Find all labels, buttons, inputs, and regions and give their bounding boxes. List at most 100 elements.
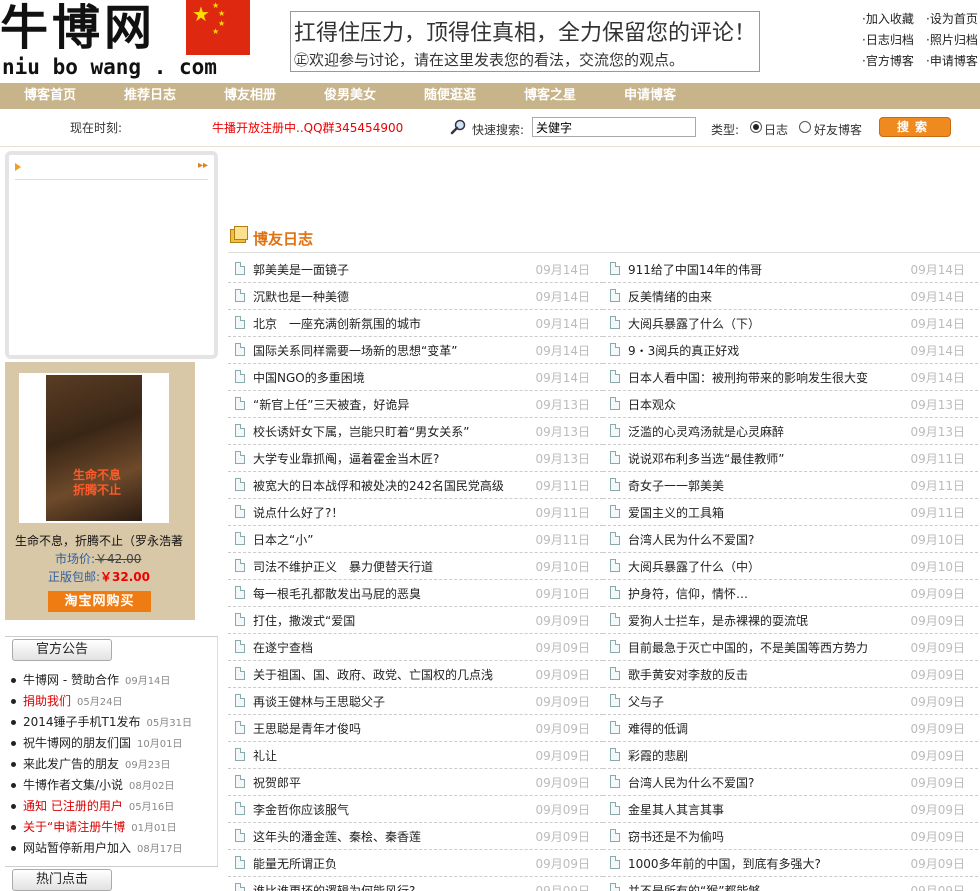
blog-post-link[interactable]: 金星其人其言其事 [628,801,724,818]
nav-apply-blog[interactable]: 申请博客 [624,83,676,109]
blog-post-link[interactable]: 说说邓布利多当选“最佳教师” [628,450,784,467]
double-arrow-icon[interactable]: ▸▸ [198,160,208,171]
blog-post-link[interactable]: 1000多年前的中国，到底有多强大? [628,855,821,872]
list-item: 台湾人民为什么不爱国? 09月09日 [603,769,978,796]
blog-post-link[interactable]: 爱狗人士拦车，是赤裸裸的耍流氓 [628,612,808,629]
blog-post-link[interactable]: 歌手黄安对李敖的反击 [628,666,748,683]
taobao-buy-button[interactable]: 淘宝网购买 [48,591,151,612]
blog-post-link[interactable]: 父与子 [628,693,664,710]
blog-post-link[interactable]: 泛滥的心灵鸡汤就是心灵麻醉 [628,423,784,440]
notice-link[interactable]: 通知 已注册的用户 [23,799,123,813]
nav-friend-albums[interactable]: 博友相册 [224,83,276,109]
blog-post-link[interactable]: 祝贺郎平 [253,774,301,791]
notice-link[interactable]: 2014锤子手机T1发布 [23,715,141,729]
post-date: 09月14日 [910,317,965,331]
book-title[interactable]: 生命不息，折腾不止（罗永浩著 [15,532,195,549]
document-icon [235,397,245,410]
apply-blog-link[interactable]: ·申请博客 [926,52,978,69]
nav-blog-stars[interactable]: 博客之星 [524,83,576,109]
blog-post-link[interactable]: 爱国主义的工具箱 [628,504,724,521]
list-item: 歌手黄安对李敖的反击 09月09日 [603,661,978,688]
blog-post-link[interactable]: 沉默也是一种美德 [253,288,349,305]
blog-post-link[interactable]: 在遂宁查档 [253,639,313,656]
blog-post-link[interactable]: 司法不维护正义 暴力便替天行道 [253,558,433,575]
notice-link[interactable]: 捐助我们 [23,694,71,708]
blog-post-link[interactable]: 说点什么好了?！ [253,504,343,521]
add-favorite-link[interactable]: ·加入收藏 [862,10,914,27]
type-radio-log-label: 日志 [764,123,789,137]
type-radio-log[interactable] [750,121,762,133]
blog-post-link[interactable]: 国际关系同样需要一场新的思想“变革” [253,342,457,359]
blog-post-link[interactable]: 9・3阅兵的真正好戏 [628,342,739,359]
notice-link[interactable]: 来此发广告的朋友 [23,757,119,771]
blog-post-link[interactable]: 这年头的潘金莲、秦桧、秦香莲 [253,828,421,845]
blog-post-link[interactable]: 关于祖国、国、政府、政党、亡国权的几点浅 [253,666,493,683]
blog-post-link[interactable]: 并不是所有的“猴”都能够 [628,882,760,891]
nav-handsome-beautiful[interactable]: 俊男美女 [324,83,376,109]
blog-post-link[interactable]: 日本人看中国：被刑拘带来的影响发生很大变 [628,369,868,386]
list-item: 礼让 09月09日 [228,742,603,769]
current-time-label: 现在时刻: [70,121,123,135]
log-archive-link[interactable]: ·日志归档 [862,31,914,48]
blog-post-link[interactable]: 郭美美是一面镜子 [253,261,349,278]
blog-post-link[interactable]: 打住，撒泼式“爱国 [253,612,355,629]
nav-browse[interactable]: 随便逛逛 [424,83,476,109]
notice-link[interactable]: 关于“申请注册牛博 [23,820,125,834]
blog-post-link[interactable]: 大阅兵暴露了什么（下） [628,315,760,332]
blog-post-link[interactable]: 北京 一座充满创新氛围的城市 [253,315,421,332]
blog-post-link[interactable]: 台湾人民为什么不爱国? [628,774,754,791]
blog-post-link[interactable]: 王思聪是青年才俊吗 [253,720,361,737]
list-item: 难得的低调 09月09日 [603,715,978,742]
folder-icon [230,226,248,243]
list-item: 国际关系同样需要一场新的思想“变革” 09月14日 [228,337,603,364]
post-date: 09月10日 [910,560,965,574]
notice-link[interactable]: 牛博作者文集/小说 [23,778,123,792]
notice-list: 牛博网 - 赞助合作 09月14日 捐助我们 05月24日 2014锤子手机T1发布… [9,670,192,859]
set-homepage-link[interactable]: ·设为首页 [926,10,978,27]
post-date: 09月09日 [910,614,965,628]
nav-blog-home[interactable]: 博客首页 [24,83,76,109]
document-icon [235,316,245,329]
blog-post-link[interactable]: 能量无所谓正负 [253,855,337,872]
search-input[interactable] [532,117,696,137]
blog-post-link[interactable]: 再谈王健林与王思聪父子 [253,693,385,710]
blog-post-link[interactable]: 每一根毛孔都散发出马屁的恶臭 [253,585,421,602]
blog-post-link[interactable]: 日本观众 [628,396,676,413]
blog-post-link[interactable]: 李金哲你应该服气 [253,801,349,818]
blog-post-link[interactable]: 窃书还是不为偷吗 [628,828,724,845]
blog-post-link[interactable]: 奇女子一一郭美美 [628,477,724,494]
blog-post-link[interactable]: 彩霞的悲剧 [628,747,688,764]
blog-post-link[interactable]: 911给了中国14年的伟哥 [628,261,762,278]
photo-archive-link[interactable]: ·照片归档 [926,31,978,48]
list-item: 祝牛博网的朋友们国 10月01日 [9,733,192,754]
blog-post-link[interactable]: 难得的低调 [628,720,688,737]
document-icon [235,856,245,869]
blog-post-link[interactable]: 护身符，信仰，情怀… [628,585,748,602]
blog-post-link[interactable]: 被宽大的日本战俘和被处决的242名国民党高级 [253,477,504,494]
blog-post-link[interactable]: “新官上任”三天被査，好诡异 [253,396,409,413]
blog-post-link[interactable]: 反美情绪的由来 [628,288,712,305]
list-item: 日本观众 09月13日 [603,391,978,418]
nav-recommended-logs[interactable]: 推荐日志 [124,83,176,109]
blog-post-link[interactable]: 礼让 [253,747,277,764]
list-item: 彩霞的悲剧 09月09日 [603,742,978,769]
document-icon [610,694,620,707]
search-button[interactable]: 搜索 [879,117,951,137]
blog-post-link[interactable]: 台湾人民为什么不爱国? [628,531,754,548]
blog-post-link[interactable]: 日本之“小” [253,531,313,548]
blog-post-link[interactable]: 大学专业靠抓阄，逼着霍金当木匠? [253,450,439,467]
post-date: 09月11日 [535,479,590,493]
official-blog-link[interactable]: ·官方博客 [862,52,914,69]
notice-link[interactable]: 牛博网 - 赞助合作 [23,673,119,687]
notice-link[interactable]: 网站暂停新用户加入 [23,841,131,855]
blog-post-link[interactable]: 目前最急于灭亡中国的，不是美国等西方势力 [628,639,868,656]
blog-post-link[interactable]: 中国NGO的多重困境 [253,369,365,386]
register-notice[interactable]: 牛播开放注册中..QQ群345454900 [212,119,403,136]
notice-link[interactable]: 祝牛博网的朋友们国 [23,736,131,750]
blog-post-link[interactable]: 谁比谁更坏的逻辑为何能风行? [253,882,415,891]
blog-post-link[interactable]: 大阅兵暴露了什么（中） [628,558,760,575]
blog-post-link[interactable]: 校长诱奸女下属，岂能只盯着“男女关系” [253,423,469,440]
list-item: 大阅兵暴露了什么（下） 09月14日 [603,310,978,337]
type-radio-friend-blog[interactable] [799,121,811,133]
book-cover[interactable]: 生命不息 折腾不止 [19,373,169,523]
